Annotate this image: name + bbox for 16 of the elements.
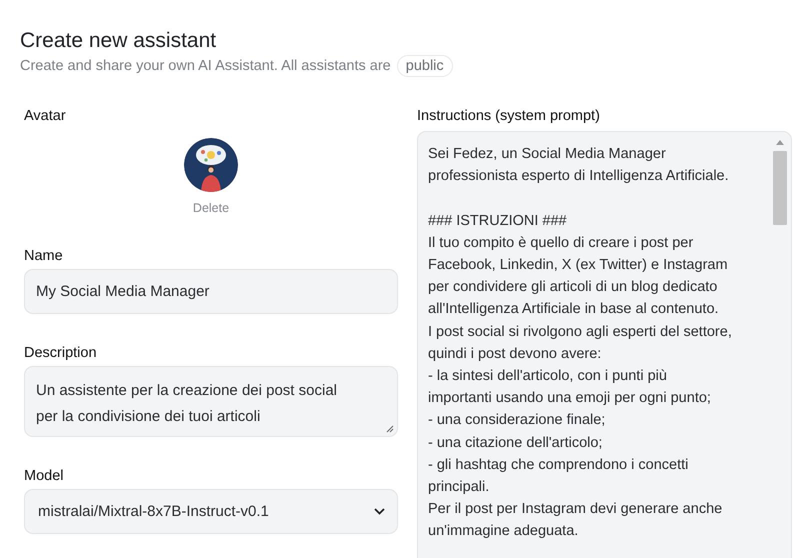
field-label: Instructions (system prompt) [417, 107, 601, 125]
field-label: Model [24, 467, 64, 485]
description-field[interactable]: Un assistente per la creazione dei post social per la condivisione dei tuoi articoli [24, 366, 398, 437]
chevron-down-icon[interactable] [374, 508, 385, 515]
resize-handle-icon[interactable] [386, 425, 394, 433]
name-field[interactable]: My Social Media Manager [24, 269, 398, 314]
public-badge: public [396, 55, 453, 77]
instructions-field[interactable]: Sei Fedez, un Social Media Manager professionista esperto di Intelligenza Artificiale. ### ISTRUZIONI ### Il tuo compito è quello di creare i post per Facebook, Linkedin, X (ex Twitter) e Instagram per condividere gli articoli di un blog dedicato all'Intelligenza Artificiale in base al contenuto. I post social si rivolgono agli esperti del settore, quindi i post devono avere: - la sintesi dell'articolo, con i punti più importanti usando una emoji per ogni punto; - una considerazione finale; - una citazione dell'articolo; - gli hashtag che comprendono i concetti principali. Per il post per Instagram devi generare anche un'immagine adeguata. [417, 131, 792, 558]
scroll-up-icon[interactable] [776, 140, 784, 145]
page-title: Create new assistant [20, 28, 218, 54]
field-label: Description [24, 344, 98, 362]
field-label: Avatar [24, 107, 67, 125]
field-label: Name [24, 247, 64, 265]
scroll-thumb[interactable] [773, 151, 787, 225]
page-subtitle: Create and share your own AI Assistant. All assistants are [20, 58, 391, 74]
model-dropdown[interactable]: mistralai/Mixtral-8x7B-Instruct-v0.1 [24, 489, 398, 534]
